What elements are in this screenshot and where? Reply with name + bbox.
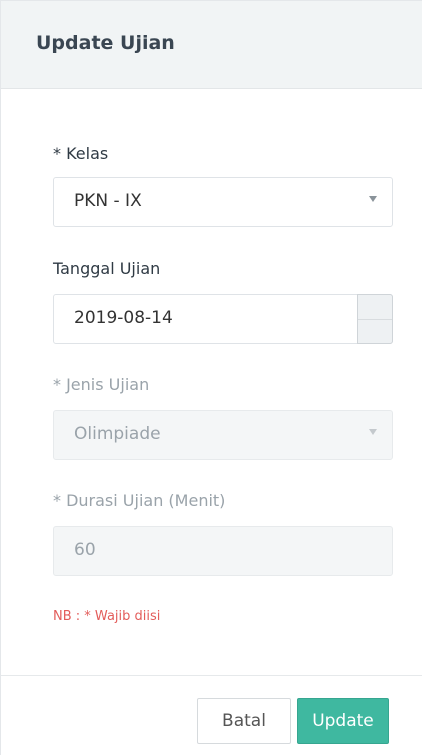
jenis-select[interactable]: Olimpiade [53, 410, 393, 460]
required-note: NB : * Wajib diisi [53, 609, 161, 624]
durasi-label: * Durasi Ujian (Menit) [53, 491, 226, 510]
datepicker-button[interactable] [357, 294, 393, 344]
jenis-label: * Jenis Ujian [53, 375, 150, 394]
tanggal-input[interactable]: 2019-08-14 [53, 294, 393, 344]
chevron-down-icon [369, 196, 377, 202]
chevron-down-icon [369, 429, 377, 435]
panel-title: Update Ujian [36, 32, 175, 54]
footer-divider [1, 675, 422, 676]
durasi-input[interactable]: 60 [53, 526, 393, 576]
durasi-value: 60 [74, 540, 96, 560]
tanggal-value: 2019-08-14 [74, 308, 173, 328]
kelas-select[interactable]: PKN - IX [53, 177, 393, 227]
panel-header: Update Ujian [1, 1, 422, 89]
tanggal-label: Tanggal Ujian [53, 259, 161, 278]
kelas-value: PKN - IX [74, 191, 142, 211]
update-ujian-panel: Update Ujian * Kelas PKN - IX Tanggal Uj… [0, 0, 422, 755]
cancel-button[interactable]: Batal [197, 698, 291, 744]
kelas-label: * Kelas [53, 144, 109, 163]
jenis-value: Olimpiade [74, 424, 161, 444]
update-button[interactable]: Update [297, 698, 389, 744]
